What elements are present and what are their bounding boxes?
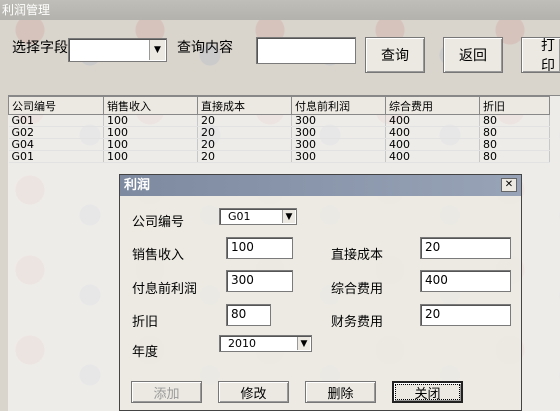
- delete-button[interactable]: 删除: [305, 381, 376, 403]
- chevron-down-icon[interactable]: ▼: [297, 337, 310, 350]
- chevron-down-icon[interactable]: ▼: [282, 210, 295, 223]
- cell[interactable]: 400: [385, 138, 480, 151]
- table-row[interactable]: G02 100 20 300 400 80: [8, 126, 550, 139]
- profit-dialog: 利润 ✕ 公司编号 G01 ▼ 销售收入 100 直接成本 20 付息前利润 3…: [119, 174, 522, 411]
- finance-cost-label: 财务费用: [331, 315, 384, 330]
- ebit-input[interactable]: 300: [226, 270, 293, 292]
- cell[interactable]: 100: [103, 114, 198, 127]
- edit-button[interactable]: 修改: [218, 381, 289, 403]
- grid-header-row: 公司编号 销售收入 直接成本 付息前利润 综合费用 折旧: [8, 96, 550, 115]
- direct-cost-input[interactable]: 20: [420, 237, 511, 259]
- cell[interactable]: 80: [479, 114, 550, 127]
- column-header[interactable]: 折旧: [479, 96, 550, 115]
- print-button[interactable]: 打印: [521, 37, 560, 73]
- sales-input[interactable]: 100: [226, 237, 293, 259]
- direct-cost-label: 直接成本: [331, 248, 384, 263]
- dialog-title: 利润: [120, 175, 521, 196]
- company-select[interactable]: G01 ▼: [219, 208, 297, 225]
- cell[interactable]: 20: [197, 126, 292, 139]
- company-select-value: G01: [228, 210, 251, 223]
- column-header[interactable]: 销售收入: [103, 96, 198, 115]
- depreciation-label: 折旧: [132, 315, 159, 330]
- cell[interactable]: G04: [8, 138, 104, 151]
- cell[interactable]: 80: [479, 126, 550, 139]
- cell[interactable]: 400: [385, 150, 480, 163]
- cell[interactable]: 20: [197, 138, 292, 151]
- column-header[interactable]: 付息前利润: [291, 96, 386, 115]
- cell[interactable]: 400: [385, 114, 480, 127]
- column-header[interactable]: 直接成本: [197, 96, 292, 115]
- overhead-input[interactable]: 400: [420, 270, 511, 292]
- cell[interactable]: 20: [197, 150, 292, 163]
- cell[interactable]: 300: [291, 150, 386, 163]
- field-select-label: 选择字段: [12, 40, 68, 56]
- depreciation-input[interactable]: 80: [226, 304, 271, 326]
- sales-label: 销售收入: [132, 248, 185, 263]
- ebit-label: 付息前利润: [132, 282, 198, 297]
- window-title: 利润管理: [0, 0, 560, 20]
- query-label: 查询内容: [177, 40, 233, 56]
- field-select[interactable]: ▼: [68, 38, 167, 62]
- cell[interactable]: G01: [8, 114, 104, 127]
- cell[interactable]: 80: [479, 150, 550, 163]
- back-button[interactable]: 返回: [443, 37, 503, 73]
- cell[interactable]: 300: [291, 114, 386, 127]
- column-header[interactable]: 公司编号: [8, 96, 104, 115]
- cell[interactable]: 100: [103, 150, 198, 163]
- table-row[interactable]: G01 100 20 300 400 80: [8, 150, 550, 163]
- cell[interactable]: G01: [8, 150, 104, 163]
- cell[interactable]: 80: [479, 138, 550, 151]
- cell[interactable]: 300: [291, 126, 386, 139]
- year-label: 年度: [132, 345, 159, 360]
- add-button[interactable]: 添加: [131, 381, 202, 403]
- query-button[interactable]: 查询: [365, 37, 425, 73]
- table-row[interactable]: G04 100 20 300 400 80: [8, 138, 550, 151]
- year-select[interactable]: 2010 ▼: [219, 335, 312, 352]
- chevron-down-icon[interactable]: ▼: [149, 40, 165, 60]
- overhead-label: 综合费用: [331, 282, 384, 297]
- table-row[interactable]: G01 100 20 300 400 80: [8, 114, 550, 127]
- query-input[interactable]: [256, 37, 356, 64]
- column-header[interactable]: 综合费用: [385, 96, 480, 115]
- cell[interactable]: 300: [291, 138, 386, 151]
- company-label: 公司编号: [132, 215, 185, 230]
- cell[interactable]: G02: [8, 126, 104, 139]
- cell[interactable]: 100: [103, 138, 198, 151]
- cell[interactable]: 20: [197, 114, 292, 127]
- cell[interactable]: 100: [103, 126, 198, 139]
- close-icon[interactable]: ✕: [501, 178, 517, 192]
- cell[interactable]: 400: [385, 126, 480, 139]
- close-button[interactable]: 关闭: [392, 381, 463, 403]
- year-select-value: 2010: [228, 337, 256, 350]
- finance-cost-input[interactable]: 20: [420, 304, 511, 326]
